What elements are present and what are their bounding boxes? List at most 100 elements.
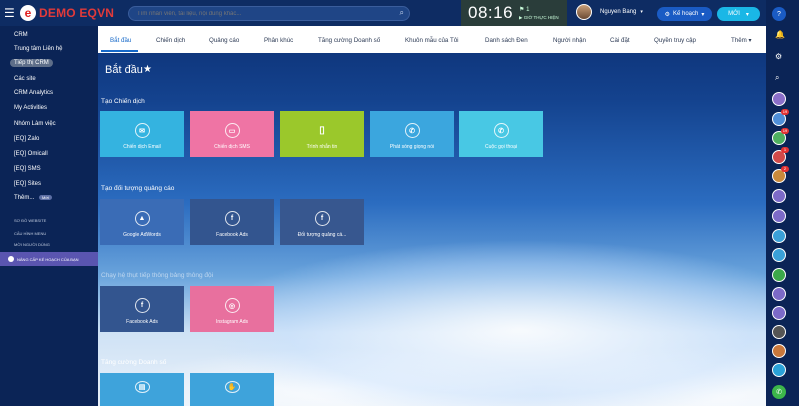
user-icon[interactable] bbox=[772, 287, 786, 301]
notification-badge: 2 bbox=[781, 166, 789, 172]
facebook-icon: f bbox=[314, 211, 330, 226]
sidebar-item-more[interactable]: Thêm... Mới bbox=[14, 195, 52, 201]
plan-button[interactable]: ⚙ Kế hoạch ▾ bbox=[657, 7, 712, 21]
avatar[interactable] bbox=[772, 325, 786, 339]
search-input[interactable] bbox=[137, 10, 387, 17]
exit-icon[interactable] bbox=[772, 363, 786, 377]
sidebar-item-sites[interactable]: Các site bbox=[14, 76, 36, 82]
search-icon[interactable]: ⌕ bbox=[775, 73, 779, 83]
sidebar-link-sitemap[interactable]: SƠ ĐỒ WEBSITE bbox=[14, 218, 46, 223]
instagram-icon: ◎ bbox=[224, 298, 240, 313]
card-sms-campaign[interactable]: ▭ Chiến dịch SMS bbox=[190, 111, 274, 157]
tab-access-rights[interactable]: Quyền truy cập bbox=[654, 37, 696, 44]
tab-ads[interactable]: Quảng cáo bbox=[209, 37, 239, 44]
clock-widget[interactable]: 08:16 ⚑ 1 ▶ GIỜ THỰC HIỆN bbox=[461, 0, 567, 26]
card-voice-broadcast[interactable]: ✆ Phát sóng giọng nói bbox=[370, 111, 454, 157]
brand-logo: e bbox=[20, 5, 36, 21]
settings-icon[interactable]: ⚙ bbox=[775, 52, 782, 61]
card-email-campaign[interactable]: ✉ Chiến dịch Email bbox=[100, 111, 184, 157]
user-icon[interactable] bbox=[772, 344, 786, 358]
group-icon[interactable] bbox=[772, 229, 786, 243]
tab-more-label: Thêm bbox=[731, 37, 747, 44]
user-menu[interactable]: Nguyen Bang ▾ bbox=[576, 4, 643, 20]
sidebar-link-invite-users[interactable]: MỜI NGƯỜI DÙNG bbox=[14, 242, 50, 247]
card-facebook-lead-ads[interactable]: f Facebook Ads bbox=[100, 286, 184, 332]
left-sidebar: CRM Trung tâm Liên hệ Tiếp thị CRM Các s… bbox=[0, 26, 98, 406]
tab-bar: Bắt đầu Chiến dịch Quảng cáo Phân khúc T… bbox=[98, 26, 766, 53]
help-icon[interactable]: ? bbox=[772, 7, 786, 21]
sidebar-item-eq-sites[interactable]: [EQ] Sites bbox=[14, 181, 41, 187]
tab-start[interactable]: Bắt đầu bbox=[110, 37, 131, 44]
sidebar-item-crm-marketing[interactable]: Tiếp thị CRM bbox=[10, 59, 53, 67]
tab-my-templates[interactable]: Khuôn mẫu của Tôi bbox=[405, 37, 459, 44]
chat-icon: ▤ bbox=[134, 381, 150, 393]
sidebar-item-workgroups[interactable]: Nhóm Làm việc bbox=[14, 121, 56, 127]
brand[interactable]: e DEMO EQVN bbox=[20, 5, 114, 21]
sidebar-item-omicall[interactable]: [EQ] Omicall bbox=[14, 151, 48, 157]
active-tab-indicator bbox=[101, 50, 138, 52]
tab-recipients[interactable]: Người nhận bbox=[553, 37, 586, 44]
card-sales-chat[interactable]: ▤ bbox=[100, 373, 184, 406]
star-icon[interactable]: ★ bbox=[143, 64, 152, 75]
group-icon[interactable] bbox=[772, 248, 786, 262]
user-icon[interactable] bbox=[772, 92, 786, 106]
card-label: Facebook Ads bbox=[216, 232, 248, 238]
card-instagram-ads[interactable]: ◎ Instagram Ads bbox=[190, 286, 274, 332]
tab-segments[interactable]: Phân khúc bbox=[264, 37, 293, 44]
section-title-campaigns: Tạo Chiến dịch bbox=[101, 98, 145, 105]
phone-icon: ✆ bbox=[493, 123, 509, 138]
card-voice-call[interactable]: ✆ Cuộc gọi thoại bbox=[459, 111, 543, 157]
card-messenger[interactable]: ▯ Trình nhắn tin bbox=[280, 111, 364, 157]
sidebar-link-menu-config[interactable]: CẤU HÌNH MENU bbox=[14, 231, 46, 236]
user-icon[interactable] bbox=[772, 189, 786, 203]
chevron-down-icon: ▾ bbox=[701, 11, 705, 18]
mobile-icon: ▯ bbox=[319, 125, 325, 136]
card-label: Cuộc gọi thoại bbox=[485, 144, 517, 150]
card-label: Phát sóng giọng nói bbox=[389, 144, 435, 150]
tab-sales-boost[interactable]: Tăng cường Doanh số bbox=[318, 37, 380, 44]
bell-icon[interactable]: 🔔 bbox=[775, 30, 785, 39]
phone-icon: ✆ bbox=[404, 123, 420, 138]
tab-blacklist[interactable]: Danh sách Đen bbox=[485, 37, 528, 44]
card-label: Trình nhắn tin bbox=[306, 144, 338, 150]
adwords-icon: ▲ bbox=[134, 211, 150, 226]
facebook-icon: f bbox=[224, 211, 240, 226]
sidebar-item-sms[interactable]: [EQ] SMS bbox=[14, 166, 41, 172]
user-icon[interactable] bbox=[772, 306, 786, 320]
tab-campaigns[interactable]: Chiến dịch bbox=[156, 37, 185, 44]
call-icon[interactable]: ✆ bbox=[772, 385, 786, 399]
card-label: Facebook Ads bbox=[126, 319, 158, 325]
tab-more[interactable]: Thêm ▾ bbox=[731, 37, 752, 44]
user-icon[interactable] bbox=[772, 209, 786, 223]
menu-icon[interactable]: ☰ bbox=[4, 6, 18, 20]
sidebar-item-crm-analytics[interactable]: CRM Analytics bbox=[14, 90, 53, 96]
notification-badge: 19 bbox=[781, 128, 789, 134]
sidebar-more-label: Thêm... bbox=[14, 195, 35, 201]
email-icon: ✉ bbox=[134, 123, 150, 138]
new-badge: Mới bbox=[39, 195, 52, 200]
sidebar-item-zalo[interactable]: [EQ] Zalo bbox=[14, 136, 39, 142]
clock-label: ▶ GIỜ THỰC HIỆN bbox=[519, 14, 559, 20]
upgrade-plan-button[interactable]: NÂNG CẤP KẾ HOẠCH CỦA BẠN bbox=[0, 252, 98, 266]
tab-settings[interactable]: Cài đặt bbox=[610, 37, 630, 44]
card-label: Chiến dịch SMS bbox=[214, 144, 250, 150]
handshake-icon: ✋ bbox=[224, 381, 240, 393]
user-icon[interactable] bbox=[772, 268, 786, 282]
search-box: ⌕ bbox=[128, 6, 410, 21]
sidebar-item-my-activities[interactable]: My Activities bbox=[14, 105, 47, 111]
right-rail: ? 🔔 ⚙ ⌕ 19 19 1 2 ✆ bbox=[766, 0, 799, 406]
new-button[interactable]: MỚI ▾ bbox=[717, 7, 760, 21]
top-bar: ☰ e DEMO EQVN ⌕ 08:16 ⚑ 1 ▶ GIỜ THỰC HIỆ… bbox=[0, 0, 799, 26]
clock-count: ⚑ 1 bbox=[519, 6, 530, 13]
card-facebook-ads[interactable]: f Facebook Ads bbox=[190, 199, 274, 245]
card-google-adwords[interactable]: ▲ Google AdWords bbox=[100, 199, 184, 245]
avatar bbox=[576, 4, 592, 20]
sidebar-item-contact-center[interactable]: Trung tâm Liên hệ bbox=[14, 46, 62, 52]
section-title-ad-audiences: Tạo đối tượng quảng cáo bbox=[101, 185, 175, 192]
card-ad-audience[interactable]: f Đối tượng quảng cá... bbox=[280, 199, 364, 245]
sidebar-item-crm[interactable]: CRM bbox=[14, 32, 28, 38]
search-icon[interactable]: ⌕ bbox=[400, 8, 404, 18]
card-label: Instagram Ads bbox=[216, 319, 248, 325]
notification-badge: 19 bbox=[781, 109, 789, 115]
card-sales-deal[interactable]: ✋ bbox=[190, 373, 274, 406]
